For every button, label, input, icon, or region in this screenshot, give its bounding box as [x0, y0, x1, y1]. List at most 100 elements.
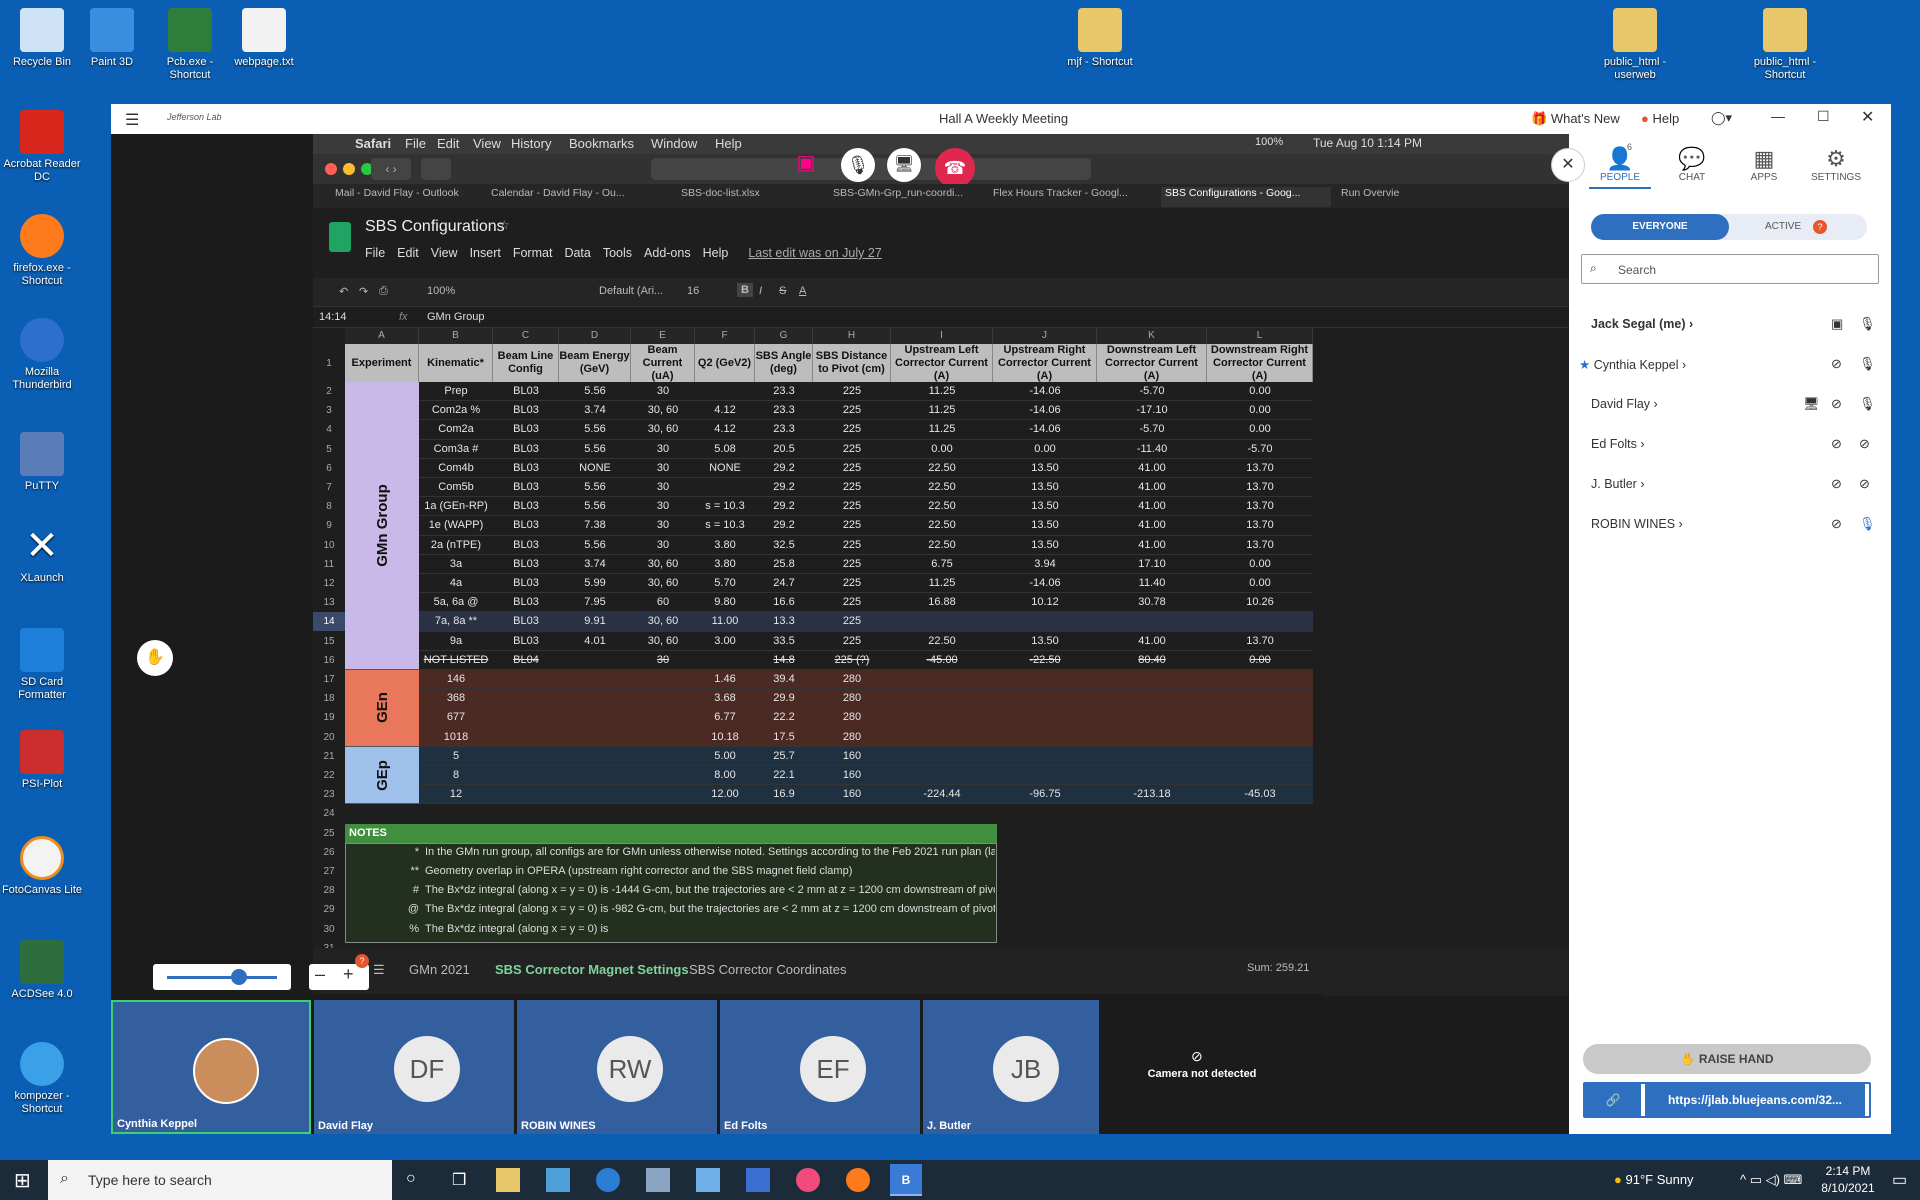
column-header[interactable]: H	[813, 328, 891, 344]
table-cell[interactable]	[891, 766, 993, 785]
table-cell[interactable]: BL03	[493, 497, 559, 516]
table-cell[interactable]: 0.00	[891, 440, 993, 459]
menu-window[interactable]: Window	[651, 136, 697, 151]
table-cell[interactable]: -11.40	[1097, 440, 1207, 459]
table-cell[interactable]: 29.2	[755, 516, 813, 535]
people-search[interactable]: ⌕ Search	[1581, 254, 1879, 284]
video-tile[interactable]: DF David Flay	[314, 1000, 514, 1134]
table-cell[interactable]: 3.94	[993, 555, 1097, 574]
row-number[interactable]: 5	[313, 440, 345, 459]
app-icon[interactable]	[746, 1168, 770, 1192]
browser-tab[interactable]: Mail - David Flay - Outlook	[335, 187, 485, 207]
table-cell[interactable]	[493, 689, 559, 708]
table-cell[interactable]: 160	[813, 747, 891, 766]
row-number[interactable]: 9	[313, 516, 345, 535]
table-cell[interactable]: -14.06	[993, 420, 1097, 439]
table-cell[interactable]: 25.7	[755, 747, 813, 766]
desktop-icon-psiplot[interactable]: PSI-Plot	[0, 730, 84, 791]
table-cell[interactable]: 4.12	[695, 420, 755, 439]
table-cell[interactable]: 9.80	[695, 593, 755, 612]
table-cell[interactable]: 225	[813, 497, 891, 516]
table-cell[interactable]: 160	[813, 766, 891, 785]
table-cell[interactable]: BL03	[493, 612, 559, 631]
table-cell[interactable]: 0.00	[1207, 574, 1313, 593]
table-cell[interactable]: BL03	[493, 632, 559, 651]
table-cell[interactable]	[695, 651, 755, 670]
app-icon[interactable]	[596, 1168, 620, 1192]
table-cell[interactable]: -14.06	[993, 382, 1097, 401]
menu-bookmarks[interactable]: Bookmarks	[569, 136, 634, 151]
table-cell[interactable]: 1e (WAPP)	[419, 516, 493, 535]
desktop-icon-webpage-txt[interactable]: webpage.txt	[222, 8, 306, 69]
firefox-icon[interactable]	[846, 1168, 870, 1192]
tab-people[interactable]: 👤 PEOPLE	[1589, 146, 1651, 189]
table-cell[interactable]: 33.5	[755, 632, 813, 651]
table-cell[interactable]: 13.50	[993, 459, 1097, 478]
row-number[interactable]: 25	[313, 824, 345, 843]
strike-button[interactable]: S	[779, 285, 786, 297]
table-cell[interactable]: 29.2	[755, 478, 813, 497]
table-cell[interactable]: 60	[631, 593, 695, 612]
table-cell[interactable]	[891, 670, 993, 689]
system-tray-icons[interactable]: ^ ▭ ◁) ⌨	[1740, 1172, 1802, 1188]
table-cell[interactable]	[695, 478, 755, 497]
table-cell[interactable]: Com4b	[419, 459, 493, 478]
table-cell[interactable]: 11.40	[1097, 574, 1207, 593]
text-color-button[interactable]: A	[799, 285, 806, 297]
person-row[interactable]: ROBIN WINES ›	[1591, 517, 1683, 531]
table-cell[interactable]: Com5b	[419, 478, 493, 497]
table-cell[interactable]: 11.00	[695, 612, 755, 631]
table-cell[interactable]	[1097, 728, 1207, 747]
table-cell[interactable]	[891, 708, 993, 727]
column-header[interactable]: F	[695, 328, 755, 344]
task-view-icon[interactable]: ❒	[452, 1170, 466, 1190]
desktop-icon-acdsee[interactable]: ACDSee 4.0	[0, 940, 84, 1001]
table-cell[interactable]	[559, 689, 631, 708]
app-icon[interactable]	[546, 1168, 570, 1192]
table-cell[interactable]: 225	[813, 536, 891, 555]
desktop-icon-public-html-userweb[interactable]: public_html - userweb	[1590, 8, 1680, 82]
table-cell[interactable]: s = 10.3	[695, 497, 755, 516]
table-cell[interactable]: 3.74	[559, 401, 631, 420]
table-cell[interactable]: 225	[813, 401, 891, 420]
table-cell[interactable]: BL03	[493, 382, 559, 401]
header-cell[interactable]: SBS Angle (deg)	[755, 344, 813, 382]
table-cell[interactable]: 160	[813, 785, 891, 804]
table-cell[interactable]: 5	[419, 747, 493, 766]
table-cell[interactable]: 13.50	[993, 632, 1097, 651]
zoom-out-button[interactable]: –	[315, 964, 325, 985]
row-number[interactable]: 18	[313, 689, 345, 708]
table-cell[interactable]: 41.00	[1097, 632, 1207, 651]
browser-tab[interactable]: Run Overvie	[1341, 187, 1461, 207]
paint-icon[interactable]	[696, 1168, 720, 1192]
table-cell[interactable]: 22.50	[891, 536, 993, 555]
table-cell[interactable]: 22.50	[891, 516, 993, 535]
table-cell[interactable]	[493, 670, 559, 689]
row-number[interactable]: 11	[313, 555, 345, 574]
table-cell[interactable]: 23.3	[755, 382, 813, 401]
table-cell[interactable]: -17.10	[1097, 401, 1207, 420]
table-cell[interactable]: 30	[631, 497, 695, 516]
table-cell[interactable]: 1a (GEn-RP)	[419, 497, 493, 516]
row-number[interactable]: 28	[313, 881, 345, 900]
table-cell[interactable]: 225	[813, 593, 891, 612]
person-row[interactable]: ★ Cynthia Keppel ›	[1579, 357, 1686, 372]
table-cell[interactable]: -5.70	[1097, 420, 1207, 439]
menu-tools[interactable]: Tools	[603, 246, 632, 260]
table-cell[interactable]: 8.00	[695, 766, 755, 785]
table-cell[interactable]: 1018	[419, 728, 493, 747]
table-cell[interactable]: BL03	[493, 555, 559, 574]
tab-settings[interactable]: ⚙ SETTINGS	[1805, 146, 1867, 183]
table-cell[interactable]: s = 10.3	[695, 516, 755, 535]
table-cell[interactable]: 30.78	[1097, 593, 1207, 612]
cortana-icon[interactable]: ○	[406, 1170, 416, 1188]
table-cell[interactable]: 225	[813, 516, 891, 535]
tab-chat[interactable]: 💬 CHAT	[1661, 146, 1723, 183]
sum-indicator[interactable]: Sum: 259.21	[1247, 962, 1309, 974]
header-cell[interactable]: Downstream Left Corrector Current (A)	[1097, 344, 1207, 382]
column-header[interactable]: A	[345, 328, 419, 344]
table-cell[interactable]: NONE	[695, 459, 755, 478]
hamburger-menu-icon[interactable]: ☰	[125, 110, 139, 130]
end-call-button[interactable]: ☎	[935, 148, 975, 188]
person-row[interactable]: David Flay ›	[1591, 397, 1658, 411]
